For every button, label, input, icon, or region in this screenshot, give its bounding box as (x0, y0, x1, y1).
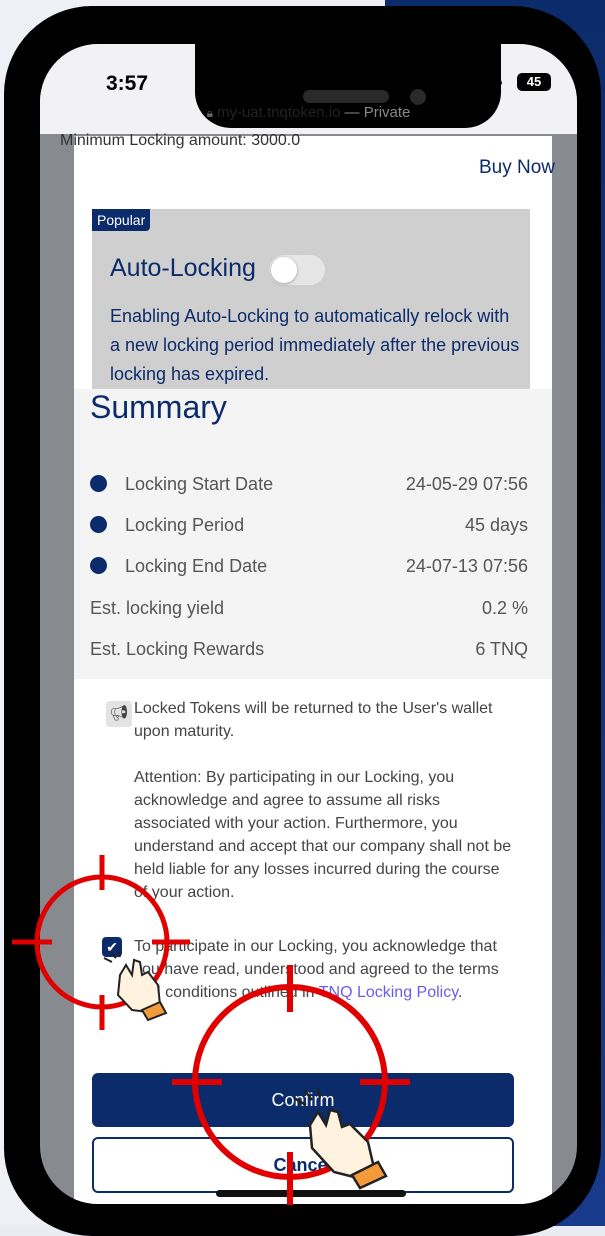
toggle-knob (271, 257, 297, 283)
confirm-button[interactable]: Confirm (92, 1073, 514, 1127)
battery-icon: 45 (517, 73, 551, 91)
signal-icon: ▂▄▆ (454, 74, 488, 94)
url-text: my-uat.tnqtoken.io (216, 104, 341, 121)
phone-screen: 3:57 ▂▄▆ ◠ 45 🔒︎ my-uat.tnqtoken.io — Pri… (40, 44, 577, 1204)
phone-frame: 3:57 ▂▄▆ ◠ 45 🔒︎ my-uat.tnqtoken.io — Pri… (4, 6, 601, 1236)
acknowledge-text: To participate in our Locking, you ackno… (134, 935, 514, 1004)
speaker (303, 90, 389, 103)
address-bar[interactable]: 🔒︎ my-uat.tnqtoken.io — Private (40, 104, 577, 121)
summary-row-period: Locking Period 45 days (90, 515, 528, 541)
bullet-icon (90, 474, 107, 492)
buy-now-link[interactable]: Buy Now (479, 157, 555, 179)
bullet-icon (90, 556, 107, 574)
auto-locking-toggle[interactable] (269, 255, 325, 285)
row-label: Est. locking yield (90, 598, 225, 618)
private-label: — Private (344, 104, 411, 121)
row-value: 45 days (464, 515, 528, 535)
attention-text: Attention: By participating in our Locki… (134, 769, 512, 901)
auto-locking-title: Auto-Locking (110, 254, 256, 282)
row-value: 0.2 % (481, 598, 528, 618)
agree-checkbox[interactable]: ✔ (102, 937, 122, 957)
min-locking-amount: Minimum Locking amount: 3000.0 (60, 132, 301, 149)
notice-text: Locked Tokens will be returned to the Us… (134, 697, 514, 904)
summary-row-end: Locking End Date 24-07-13 07:56 (90, 556, 528, 582)
checkmark-icon: ✔ (106, 939, 118, 955)
popular-badge: Popular (92, 209, 151, 231)
returned-text: Locked Tokens will be returned to the Us… (134, 700, 493, 740)
auto-locking-description: Enabling Auto-Locking to automatically r… (110, 306, 520, 384)
row-value: 24-05-29 07:56 (405, 474, 528, 494)
bullet-icon (90, 515, 107, 533)
home-indicator (216, 1190, 406, 1197)
summary-title: Summary (90, 389, 227, 425)
row-label: Locking End Date (125, 556, 268, 576)
summary-row-yield: Est. locking yield 0.2 % (90, 598, 528, 624)
summary-row-rewards: Est. Locking Rewards 6 TNQ (90, 639, 528, 665)
camera (410, 89, 426, 105)
row-value: 24-07-13 07:56 (405, 556, 528, 576)
cancel-button[interactable]: Cancel (92, 1137, 514, 1193)
lock-icon: 🔒︎ (206, 106, 213, 120)
clock: 3:57 (106, 72, 149, 95)
row-label: Locking Start Date (125, 474, 274, 494)
row-value: 6 TNQ (475, 639, 528, 659)
locking-policy-link[interactable]: TNQ Locking Policy (319, 984, 458, 1001)
megaphone-icon: 📢︎ (106, 701, 132, 727)
row-label: Est. Locking Rewards (90, 639, 265, 659)
row-label: Locking Period (125, 515, 245, 535)
wifi-icon: ◠ (484, 70, 504, 95)
summary-row-start: Locking Start Date 24-05-29 07:56 (90, 474, 528, 500)
ack-end: . (458, 984, 463, 1001)
